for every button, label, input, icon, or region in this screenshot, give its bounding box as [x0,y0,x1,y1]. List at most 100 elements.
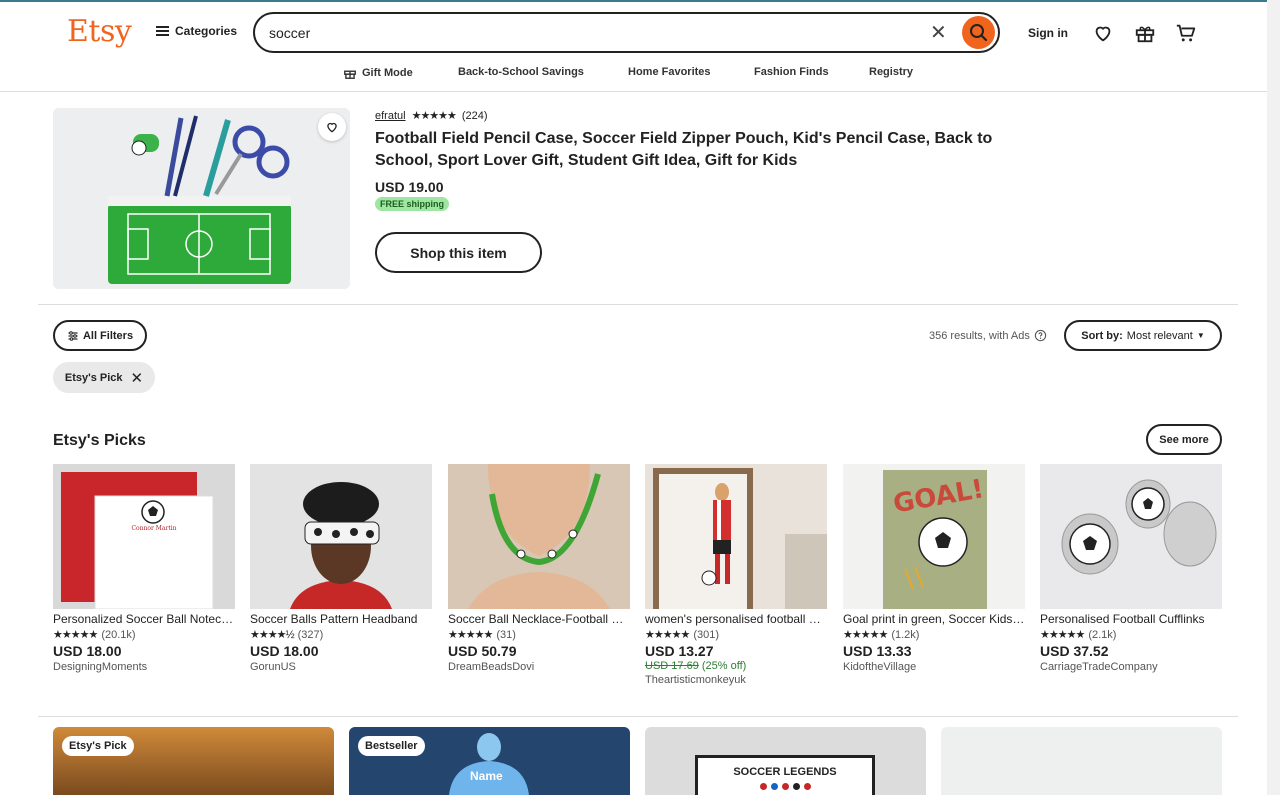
listing-image [250,464,432,609]
listing-image [645,464,827,609]
notecard-name-text: Connor Martin [131,525,177,532]
discount-label: (25% off) [701,660,747,672]
subnav-gift-mode[interactable]: Gift Mode [343,66,413,80]
gift-icon[interactable] [1134,22,1156,44]
ad-shop-name[interactable]: efratul [375,110,406,122]
menu-icon [156,26,169,36]
section-title: Etsy's Picks [53,432,146,449]
all-filters-button[interactable]: All Filters [53,320,147,351]
filter-chip-etsys-pick[interactable]: Etsy's Pick ✕ [53,362,155,393]
listing-title: Goal print in green, Soccer Kids Room [843,612,1025,626]
subnav-fashion-finds[interactable]: Fashion Finds [754,66,829,78]
listing-original-price: USD 17.69 (25% off) [645,660,827,672]
listing-shop: CarriageTradeCompany [1040,661,1158,673]
etsy-logo[interactable]: Etsy [67,14,132,49]
review-count: (20.1k) [101,628,136,641]
listing-title: Personalized Soccer Ball Notecards [53,612,235,626]
remove-filter-icon[interactable]: ✕ [131,369,144,387]
search-button[interactable] [962,16,995,49]
listing-rating: ★★★★★ (1.2k) [843,628,1025,642]
listing-price: USD 18.00 [53,643,122,659]
favorites-heart-icon[interactable] [1092,22,1114,44]
caret-down-icon: ▼ [1196,331,1205,340]
listing-rating: ★★★★★ (2.1k) [1040,628,1222,642]
listing-shop: Theartisticmonkeyuk [645,674,746,686]
listing-card[interactable]: GOAL! Goal print in green, Soccer Kids R… [843,464,1025,673]
listing-rating: ★★★★★ (20.1k) [53,628,235,642]
favorite-button[interactable] [318,113,346,141]
star-rating-icon: ★★★★½ [250,629,295,641]
sort-value: Most relevant [1126,329,1193,342]
result-card[interactable]: Name Bestseller [349,727,630,795]
results-label: 356 results, with Ads [929,329,1030,342]
subnav-back-to-school[interactable]: Back-to-School Savings [458,66,584,78]
chip-label: Etsy's Pick [64,371,123,384]
sort-label: Sort by: [1081,329,1123,342]
bestseller-badge: Bestseller [358,736,425,756]
listing-card[interactable]: Connor Martin Personalized Soccer Ball N… [53,464,235,673]
sub-navigation: Gift Mode Back-to-School Savings Home Fa… [0,64,1280,84]
result-card[interactable]: SOCCER LEGENDS [645,727,926,795]
listing-title: women's personalised football print [645,612,827,626]
listing-card[interactable]: Soccer Ball Necklace-Football Necklace ★… [448,464,630,673]
listing-price: USD 37.52 [1040,643,1109,659]
page-scrollbar[interactable] [1267,0,1280,795]
result-card[interactable]: Etsy's Pick [53,727,334,795]
ad-title[interactable]: Football Field Pencil Case, Soccer Field… [375,128,1015,172]
help-icon[interactable] [1034,329,1047,342]
listing-card[interactable]: Personalised Football Cufflinks ★★★★★ (2.… [1040,464,1222,673]
pencil-case-image [53,108,350,289]
listing-price: USD 13.27 [645,643,714,659]
result-card[interactable] [941,727,1222,795]
review-count: (31) [496,628,516,641]
listing-price: USD 18.00 [250,643,319,659]
poster-title: SOCCER LEGENDS [733,766,837,778]
review-count: (301) [693,628,719,641]
original-price: USD 17.69 [645,660,699,672]
jersey-name-text: Name [470,769,503,783]
listing-rating: ★★★★½ (327) [250,628,432,642]
star-rating-icon: ★★★★★ [843,629,888,641]
listing-shop: DreamBeadsDovi [448,661,535,673]
listing-image: Connor Martin [53,464,235,609]
listing-rating: ★★★★★ (301) [645,628,827,642]
star-rating-icon: ★★★★★ [645,629,690,641]
listing-image [1040,464,1222,609]
gift-mode-icon [344,70,356,79]
listing-title: Soccer Balls Pattern Headband [250,612,418,626]
subnav-registry[interactable]: Registry [869,66,913,78]
ad-price: USD 19.00 [375,179,444,195]
listing-card[interactable]: Soccer Balls Pattern Headband ★★★★½ (327)… [250,464,432,673]
poster-frame: SOCCER LEGENDS [695,755,875,795]
results-count: 356 results, with Ads [929,329,1047,342]
listing-shop: DesigningMoments [53,661,148,673]
listing-title: Soccer Ball Necklace-Football Necklace [448,612,630,626]
review-count: (1.2k) [891,628,920,641]
see-more-button[interactable]: See more [1146,424,1222,455]
star-rating-icon: ★★★★★ [448,629,493,641]
search-icon [970,24,988,42]
listing-card[interactable]: women's personalised football print ★★★★… [645,464,827,686]
categories-label: Categories [175,24,238,38]
heart-icon [327,122,337,133]
divider [38,304,1238,305]
shop-this-item-button[interactable]: Shop this item [375,232,542,273]
cart-icon[interactable] [1175,22,1197,44]
listing-shop: KidoftheVillage [843,661,917,673]
listing-title: Personalised Football Cufflinks [1040,612,1205,626]
divider [38,716,1238,717]
categories-button[interactable]: Categories [156,24,237,38]
listing-shop: GorunUS [250,661,296,673]
subnav-home-favorites[interactable]: Home Favorites [628,66,711,78]
ad-listing-image[interactable] [53,108,350,289]
etsys-pick-badge: Etsy's Pick [62,736,134,756]
review-count: (327) [297,628,324,641]
star-rating-icon: ★★★★★ [1040,629,1085,641]
listing-image [448,464,630,609]
sign-in-link[interactable]: Sign in [1028,26,1068,40]
search-input[interactable] [269,22,909,44]
star-rating-icon: ★★★★★ [411,110,457,122]
filter-icon [68,330,78,341]
sort-dropdown[interactable]: Sort by: Most relevant ▼ [1064,320,1222,351]
clear-search-icon[interactable]: ✕ [930,21,947,45]
